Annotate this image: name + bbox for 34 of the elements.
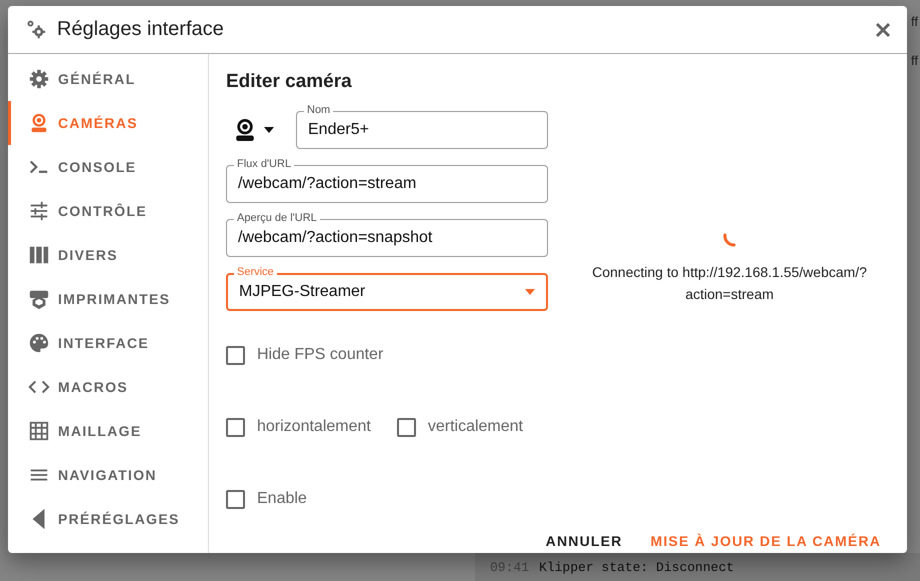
grid-icon — [28, 420, 50, 442]
action-button[interactable]: MISE À JOUR DE LA CAMÉRA — [640, 527, 891, 553]
caret-icon — [264, 127, 274, 133]
dialog-title: Réglages interface — [57, 18, 225, 41]
checkbox[interactable]: Enable — [226, 490, 307, 508]
action-button[interactable]: ANNULER — [536, 527, 632, 553]
sidebar-item[interactable]: MAILLAGE — [8, 409, 208, 453]
background-text: ff — [911, 14, 918, 29]
caret-icon — [525, 289, 535, 295]
loading-spinner-icon — [723, 233, 736, 247]
background-text: ff — [911, 53, 918, 68]
sidebar-item[interactable]: GÉNÉRAL — [8, 57, 208, 101]
gears-icon — [25, 18, 47, 40]
sidebar-item[interactable]: NAVIGATION — [8, 453, 208, 497]
palette-icon — [28, 332, 50, 354]
sidebar-item[interactable]: PRÉRÉGLAGES — [8, 497, 208, 541]
sidebar-item[interactable]: CONSOLE — [8, 145, 208, 189]
columns-icon — [28, 244, 50, 266]
checkbox[interactable]: horizontalement — [226, 418, 371, 436]
sidebar-item[interactable]: DIVERS — [8, 233, 208, 277]
sliders-icon — [28, 200, 50, 222]
console-message: Klipper state: Disconnect — [539, 560, 734, 574]
sidebar-item[interactable]: IMPRIMANTES — [8, 277, 208, 321]
sidebar-item[interactable]: CONTRÔLE — [8, 189, 208, 233]
sidebar-item[interactable]: CAMÉRAS — [8, 101, 208, 145]
gear-icon — [28, 68, 50, 90]
sidebar-item[interactable]: INTERFACE — [8, 321, 208, 365]
checkbox[interactable]: Hide FPS counter — [226, 346, 384, 364]
printer-icon — [28, 288, 50, 310]
form-heading: Editer caméra — [226, 71, 353, 93]
webcam-icon — [236, 119, 254, 141]
checkbox[interactable]: verticalement — [396, 418, 523, 436]
connection-status: Connecting to http://192.168.1.55/webcam/?action=stream — [591, 263, 868, 304]
sidebar-item[interactable]: MACROS — [8, 365, 208, 409]
